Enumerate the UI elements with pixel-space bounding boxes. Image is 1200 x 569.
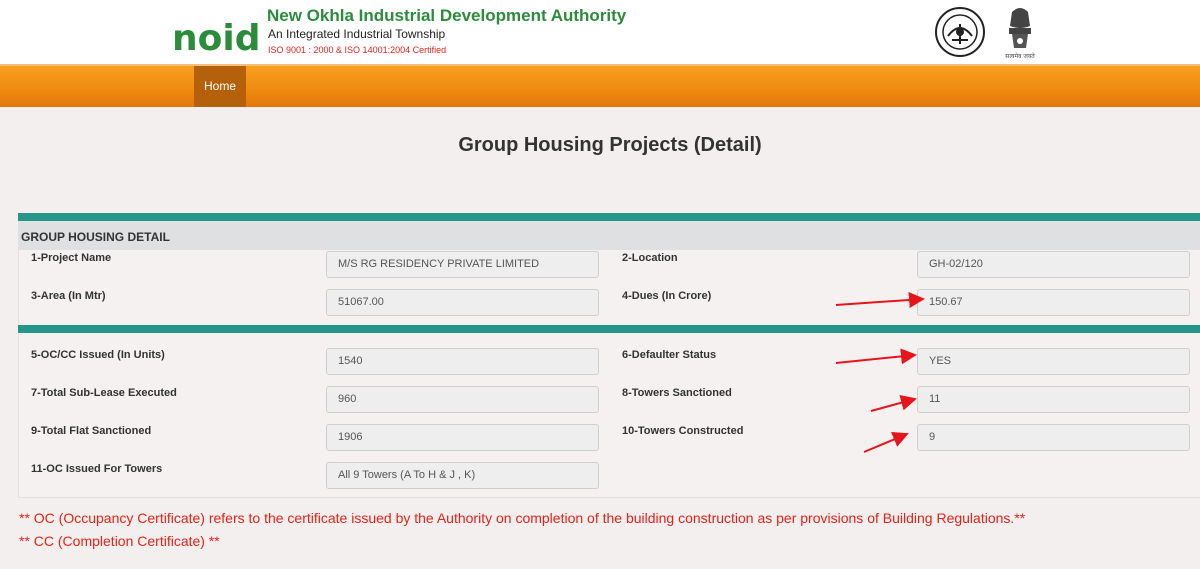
towers-constructed-field[interactable]: 9 xyxy=(917,424,1190,451)
emblem-caption: सत्यमेव जयते xyxy=(1005,52,1035,60)
sub-lease-field[interactable]: 960 xyxy=(326,386,599,413)
nav-home-link[interactable]: Home xyxy=(194,66,246,107)
field-label-flat-sanctioned: 9-Total Flat Sanctioned xyxy=(31,425,152,437)
location-field[interactable]: GH-02/120 xyxy=(917,251,1190,278)
field-label-towers-constructed: 10-Towers Constructed xyxy=(622,425,744,437)
iso-certification: ISO 9001 : 2000 & ISO 14001:2004 Certifi… xyxy=(268,45,447,55)
site-header: noida New Okhla Industrial Development A… xyxy=(0,0,1200,64)
section-title: GROUP HOUSING DETAIL xyxy=(21,230,170,244)
defaulter-status-field[interactable]: YES xyxy=(917,348,1190,375)
flat-sanctioned-field[interactable]: 1906 xyxy=(326,424,599,451)
field-label-sub-lease: 7-Total Sub-Lease Executed xyxy=(31,387,177,399)
field-label-dues: 4-Dues (In Crore) xyxy=(622,290,712,302)
oc-cc-issued-field[interactable]: 1540 xyxy=(326,348,599,375)
section-divider-bar xyxy=(18,325,1200,333)
section-header: GROUP HOUSING DETAIL xyxy=(18,221,1200,250)
project-name-field[interactable]: M/S RG RESIDENCY PRIVATE LIMITED xyxy=(326,251,599,278)
field-label-oc-cc-issued: 5-OC/CC Issued (In Units) xyxy=(31,349,165,361)
cc-note: ** CC (Completion Certificate) ** xyxy=(19,533,220,549)
org-name: New Okhla Industrial Development Authori… xyxy=(267,6,627,25)
up-government-emblem-icon xyxy=(935,7,985,57)
logo-text: noida xyxy=(172,18,258,56)
field-label-project-name: 1-Project Name xyxy=(31,252,112,264)
dues-field[interactable]: 150.67 xyxy=(917,289,1190,316)
noida-logo[interactable]: noida xyxy=(172,4,258,56)
oc-towers-field[interactable]: All 9 Towers (A To H & J , K) xyxy=(326,462,599,489)
field-label-oc-towers: 11-OC Issued For Towers xyxy=(31,463,163,475)
field-label-location: 2-Location xyxy=(622,252,678,264)
area-field[interactable]: 51067.00 xyxy=(326,289,599,316)
page-title: Group Housing Projects (Detail) xyxy=(458,134,762,156)
oc-note: ** OC (Occupancy Certificate) refers to … xyxy=(19,510,1026,526)
field-label-area: 3-Area (In Mtr) xyxy=(31,290,106,302)
field-label-towers-sanctioned: 8-Towers Sanctioned xyxy=(622,387,732,399)
towers-sanctioned-field[interactable]: 11 xyxy=(917,386,1190,413)
main-nav: Home xyxy=(0,64,1200,107)
section-divider-bar xyxy=(18,213,1200,221)
field-label-defaulter-status: 6-Defaulter Status xyxy=(622,349,717,361)
ashoka-emblem-icon: सत्यमेव जयते xyxy=(1005,8,1035,60)
org-tagline: An Integrated Industrial Township xyxy=(268,27,446,41)
